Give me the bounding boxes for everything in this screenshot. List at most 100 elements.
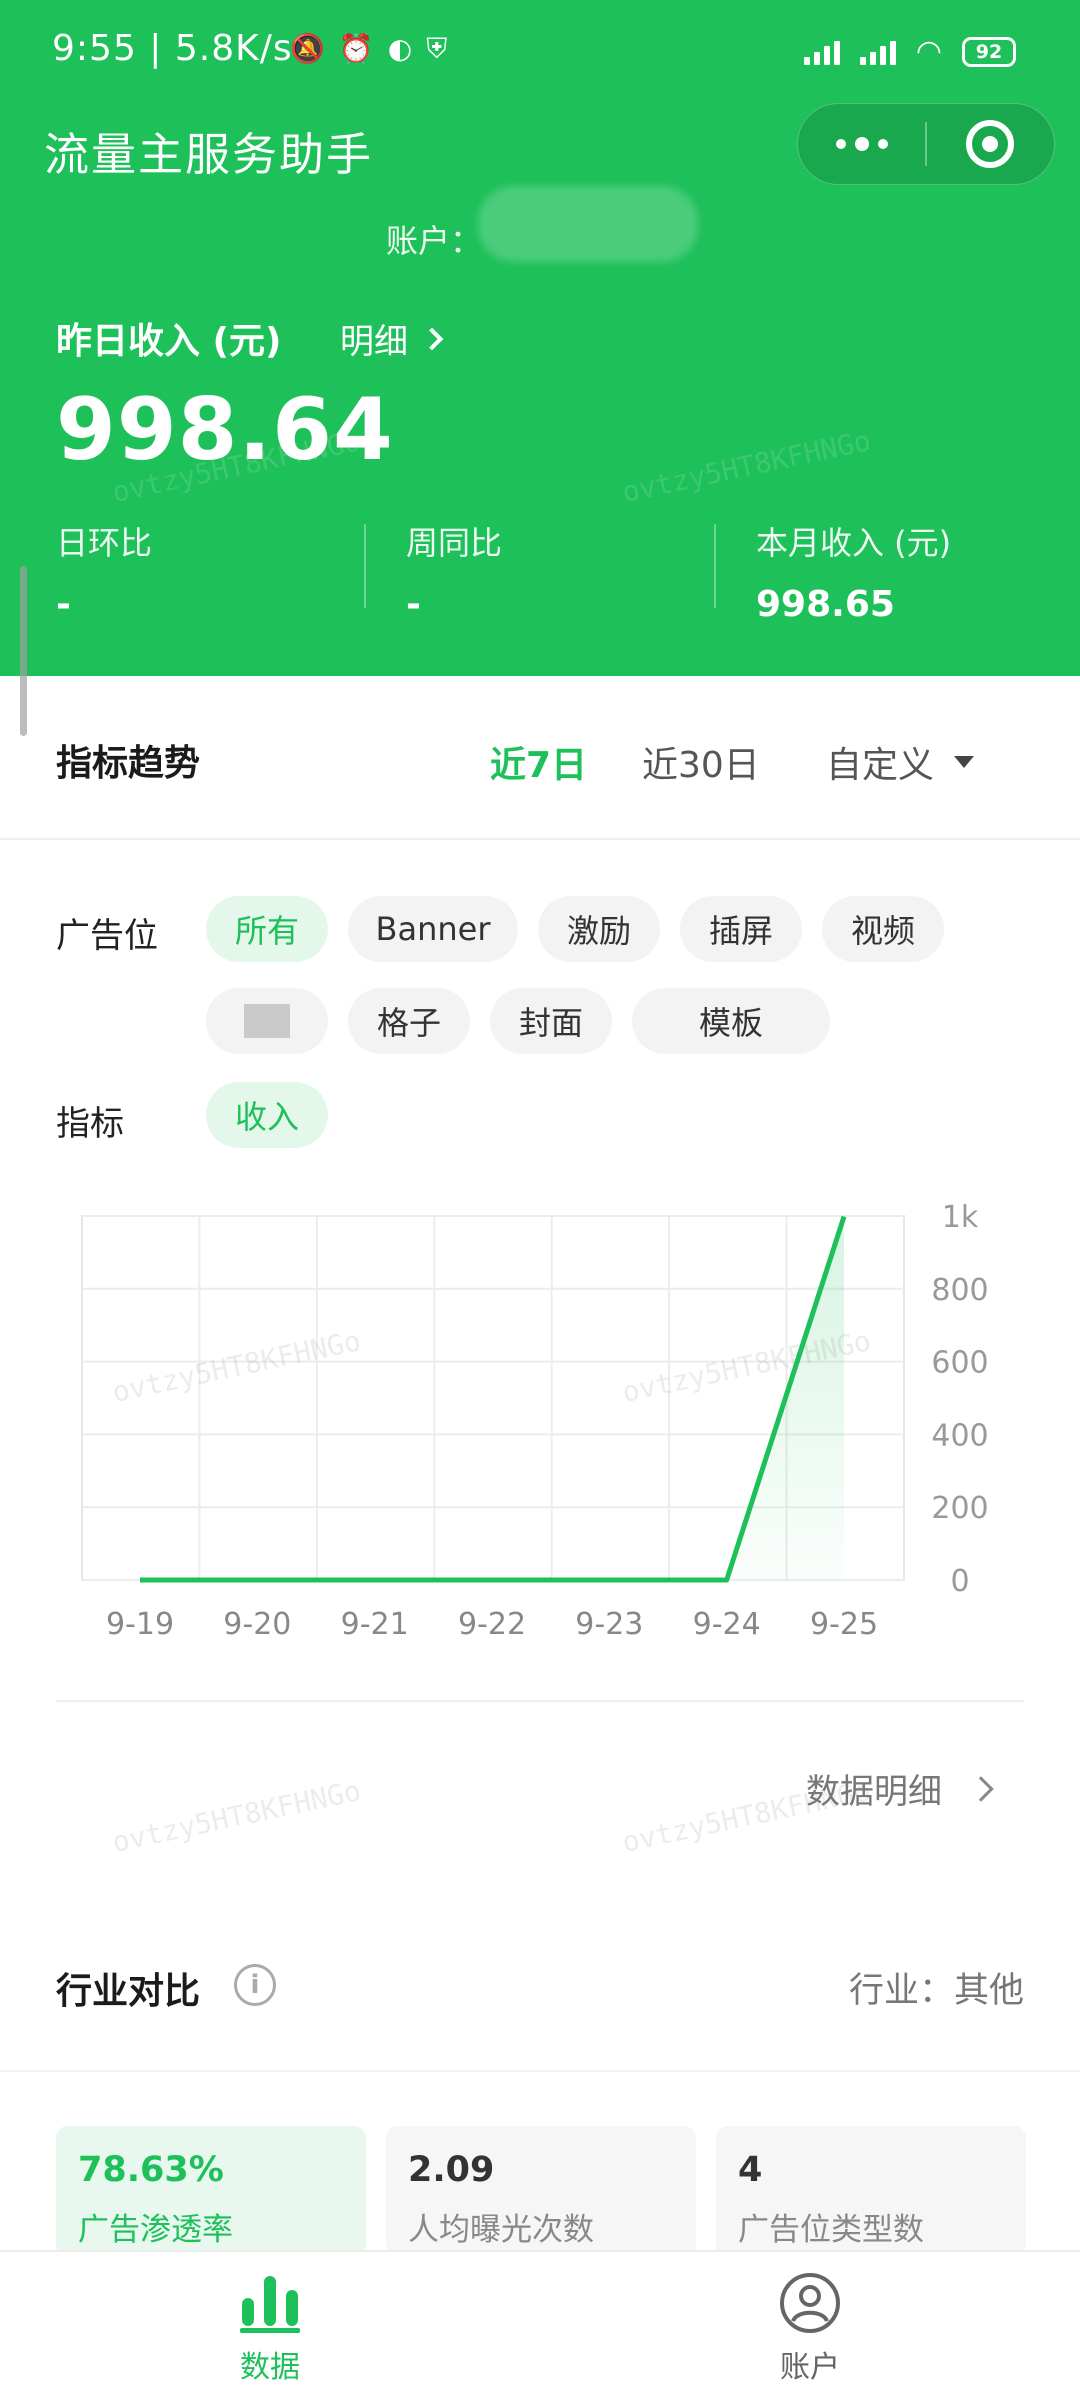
chart-series-line — [140, 1215, 847, 1583]
tab-account[interactable]: 账户 — [730, 2272, 890, 2386]
chart-y-axis: 0 200 400 600 800 1k — [931, 1200, 988, 1599]
chart-line-layer — [139, 1215, 847, 1583]
metric-value: - — [56, 584, 71, 625]
ad-slot-label: 广告位 — [56, 916, 158, 956]
stat-card-slot-types[interactable]: 4 广告位类型数 — [716, 2126, 1026, 2256]
caret-down-icon — [954, 756, 975, 768]
stat-value: 2.09 — [408, 2150, 495, 2190]
dot-icon — [854, 137, 869, 151]
ad-slot-chip-reward[interactable]: 激励 — [538, 896, 660, 962]
ad-slot-chip-all[interactable]: 所有 — [206, 896, 328, 962]
ad-slot-chip-template[interactable]: 模板 — [632, 988, 830, 1054]
wifi-icon: ◠ — [915, 34, 942, 69]
range-7-days[interactable]: 近7日 — [490, 736, 587, 788]
header: 9:55 | 5.8K/s 🔕 ⏰ ◐ ⛨ ◠ 92 流量主服务助手 账户： 昨… — [0, 0, 1080, 676]
watermark: ovtzy5HT8KFHNGo — [109, 1774, 364, 1859]
stat-label: 广告位类型数 — [738, 2212, 924, 2248]
metric-chip-income[interactable]: 收入 — [206, 1082, 328, 1148]
more-options-button[interactable] — [798, 104, 925, 184]
ad-slot-chip-cover[interactable]: 封面 — [490, 988, 612, 1054]
income-detail-link[interactable]: 明细 — [340, 314, 444, 363]
yesterday-income-title: 昨日收入 (元) — [56, 321, 282, 362]
chevron-right-icon — [420, 327, 444, 350]
chart-x-tick-label: 9-22 — [458, 1607, 526, 1642]
battery-level: 92 — [975, 40, 1003, 63]
bottom-tab-bar: 数据 账户 — [0, 2250, 1080, 2400]
battery-icon: 92 — [962, 36, 1016, 67]
status-time-and-speed: 9:55 | 5.8K/s — [52, 28, 293, 69]
alarm-icon: ⏰ — [338, 32, 374, 65]
stat-value: 78.63% — [78, 2150, 224, 2190]
target-icon — [966, 120, 1015, 168]
tab-data-label: 数据 — [240, 2350, 300, 2385]
chart-x-tick-label: 9-25 — [810, 1607, 878, 1642]
metric-label: 周同比 — [406, 524, 503, 562]
status-icons-right: ◠ 92 — [803, 34, 1016, 69]
trend-header: 指标趋势 近7日 近30日 自定义 — [0, 676, 1080, 840]
status-bar: 9:55 | 5.8K/s 🔕 ⏰ ◐ ⛨ ◠ 92 — [0, 0, 1080, 104]
range-custom-dropdown[interactable]: 自定义 — [826, 736, 975, 788]
chart-x-tick-label: 9-24 — [693, 1607, 761, 1642]
mute-icon: 🔕 — [290, 32, 325, 65]
trend-title: 指标趋势 — [56, 743, 201, 784]
ad-slot-chip-video[interactable]: 视频 — [822, 896, 944, 962]
ad-slot-chip-grid[interactable]: 格子 — [348, 988, 470, 1054]
shield-icon: ⛨ — [426, 32, 448, 65]
chart-x-tick-label: 9-20 — [223, 1607, 291, 1642]
stat-value: 4 — [738, 2150, 763, 2190]
metric-value: - — [406, 584, 421, 625]
chart-x-tick-label: 9-23 — [575, 1607, 643, 1642]
divider — [56, 1700, 1024, 1702]
ad-slot-chip-redacted[interactable] — [206, 988, 328, 1054]
info-icon[interactable]: i — [234, 1964, 276, 2006]
tab-account-label: 账户 — [780, 2350, 840, 2385]
stat-card-penetration[interactable]: 78.63% 广告渗透率 — [56, 2126, 366, 2256]
divider — [0, 2070, 1080, 2072]
status-icons-left: 🔕 ⏰ ◐ ⛨ — [290, 32, 447, 66]
stat-card-exposure[interactable]: 2.09 人均曝光次数 — [386, 2126, 696, 2256]
watermark: ovtzy5HT8KFHNGo — [619, 1774, 874, 1859]
account-name-redacted — [478, 186, 698, 262]
ad-slot-chip-banner[interactable]: Banner — [348, 896, 518, 962]
chevron-right-icon — [968, 1775, 994, 1802]
metric-divider — [364, 524, 366, 608]
metric-value: 998.65 — [756, 584, 895, 625]
metric-week-over-week: 周同比 - — [406, 518, 502, 625]
range-30-days[interactable]: 近30日 — [642, 736, 760, 788]
chart-y-tick-label: 800 — [931, 1273, 988, 1308]
metric-label: 日环比 — [56, 524, 153, 562]
signal-icon — [803, 39, 840, 65]
chart-y-tick-label: 400 — [931, 1418, 988, 1453]
tab-data[interactable]: 数据 — [190, 2272, 350, 2386]
ad-slot-chip-interstitial[interactable]: 插屏 — [680, 896, 802, 962]
status-time: 9:55 — [52, 28, 137, 69]
chart-x-tick-label: 9-19 — [106, 1607, 174, 1642]
metric-label: 本月收入 (元) — [756, 524, 952, 562]
industry-title: 行业对比 — [56, 1971, 201, 2012]
bar-chart-icon — [240, 2276, 300, 2333]
income-detail-label: 明细 — [340, 322, 408, 362]
chart-x-tick-label: 9-21 — [341, 1607, 409, 1642]
metric-label: 指标 — [56, 1104, 124, 1144]
chart-y-tick-label: 0 — [950, 1564, 969, 1599]
metric-day-over-day: 日环比 - — [56, 518, 152, 625]
chat-icon: ◐ — [387, 32, 413, 65]
chart-x-axis: 9-19 9-20 9-21 9-22 9-23 9-24 9-25 — [106, 1607, 878, 1642]
miniprogram-capsule — [797, 103, 1055, 185]
user-icon — [780, 2273, 840, 2333]
app-title: 流量主服务助手 — [44, 128, 374, 181]
watermark: ovtzy5HT8KFHNGo — [619, 424, 874, 509]
income-trend-chart: 0 200 400 600 800 1k 9-19 9-20 9-21 9-22 9-23 9-24… — [81, 1200, 989, 1642]
close-miniprogram-button[interactable] — [927, 104, 1054, 184]
account-label: 账户： — [386, 222, 483, 260]
dot-icon — [877, 139, 888, 149]
chart-area-layer — [140, 1216, 844, 1580]
metric-divider — [714, 524, 716, 608]
metric-month-income: 本月收入 (元) 998.65 — [756, 518, 951, 625]
redacted-text — [244, 1004, 290, 1038]
stat-label: 广告渗透率 — [78, 2212, 233, 2248]
signal-icon-2 — [859, 39, 896, 65]
industry-value[interactable]: 行业：其他 — [849, 1962, 1024, 2013]
chart-y-tick-label: 200 — [931, 1491, 988, 1526]
dot-icon — [835, 139, 846, 149]
